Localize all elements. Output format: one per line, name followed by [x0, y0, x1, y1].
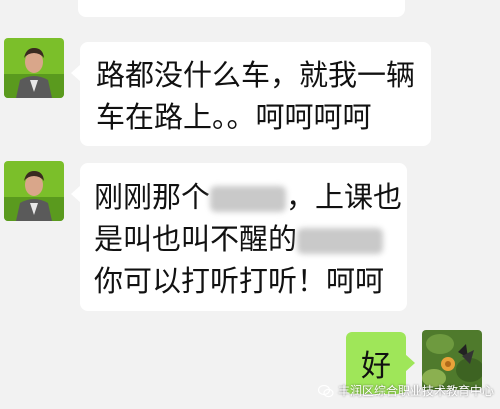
message-text: 好 [361, 349, 391, 384]
avatar-image [4, 38, 64, 98]
contact-avatar[interactable] [4, 38, 64, 98]
incoming-message-bubble[interactable]: 刚刚那个 ，上课也 是叫也叫不醒的 你可以打听打听！呵呵 [71, 163, 407, 311]
message-text-line: 路都没什么车，就我一辆 [96, 58, 416, 92]
contact-avatar[interactable] [4, 161, 64, 221]
redacted-text [210, 186, 287, 212]
message-text: ，上课也 [286, 180, 403, 214]
avatar-image [422, 330, 482, 390]
bubble-tail [71, 185, 81, 203]
message-text-line: 你可以打听打听！呵呵 [94, 264, 385, 299]
message-text-line: 是叫也叫不醒的 [94, 218, 393, 260]
avatar-image [4, 161, 64, 221]
bubble-tail [71, 64, 81, 82]
redacted-text [297, 228, 384, 255]
wechat-icon [317, 384, 334, 397]
my-avatar[interactable] [422, 330, 482, 390]
watermark-text: 丰润区综合职业技术教育中心 [337, 384, 494, 398]
message-text: 是叫也叫不醒的 [94, 222, 298, 257]
watermark: 丰润区综合职业技术教育中心 [317, 382, 494, 399]
message-text: 刚刚那个 [94, 180, 211, 214]
message-text-line: 车在路上。。呵呵呵呵 [96, 100, 372, 135]
incoming-message-bubble[interactable]: 路都没什么车，就我一辆 车在路上。。呵呵呵呵 [71, 42, 431, 146]
bubble-tail [405, 354, 415, 372]
message-text-line: 刚刚那个 ，上课也 [94, 176, 402, 218]
previous-message-bubble [78, 0, 405, 17]
